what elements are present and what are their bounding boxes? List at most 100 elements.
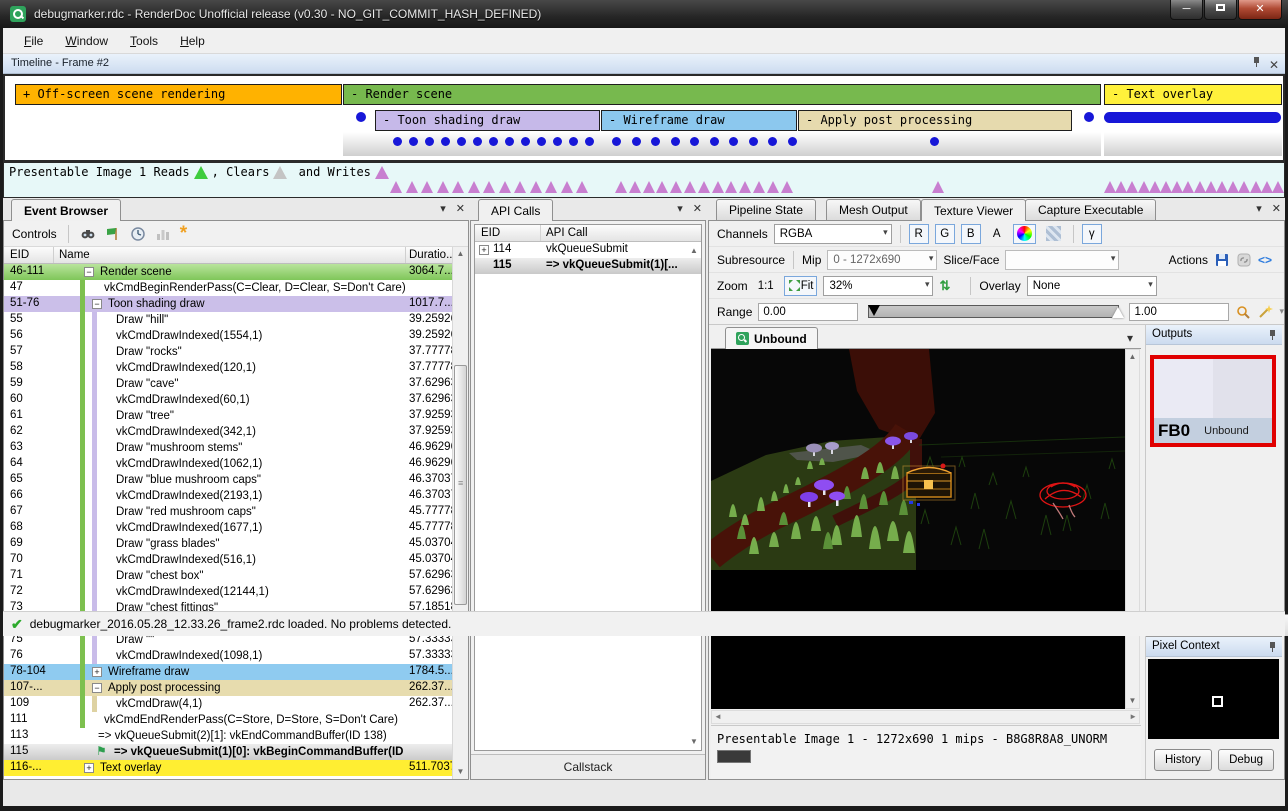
debug-button[interactable]: Debug <box>1218 749 1274 771</box>
event-row[interactable]: 58vkCmdDrawIndexed(120,1)37.77778 <box>4 360 452 376</box>
write-marker-triangle[interactable] <box>932 181 944 193</box>
event-row[interactable]: 46-111−Render scene3064.7... <box>4 264 452 280</box>
histogram-wand-icon[interactable] <box>1257 304 1273 320</box>
find-icon[interactable] <box>80 226 96 242</box>
write-marker-triangle[interactable] <box>698 181 710 193</box>
maximize-button[interactable] <box>1204 0 1237 20</box>
write-marker-triangle[interactable] <box>452 181 464 193</box>
zoom-combo[interactable]: 32% <box>823 276 933 296</box>
timeline-dock-title[interactable]: Timeline - Frame #2 ✕ <box>3 54 1285 74</box>
event-row[interactable]: 63Draw "mushroom stems"46.96296 <box>4 440 452 456</box>
write-marker-triangle[interactable] <box>561 181 573 193</box>
fit-button[interactable]: Fit <box>784 276 818 296</box>
event-row[interactable]: 109vkCmdDraw(4,1)262.37... <box>4 696 452 712</box>
texture-hscrollbar[interactable]: ◄► <box>711 710 1140 724</box>
write-marker-triangle[interactable] <box>1205 181 1217 193</box>
timeline-panel[interactable]: + Off-screen scene rendering- Render sce… <box>3 74 1285 162</box>
write-marker-triangle[interactable] <box>1261 181 1273 193</box>
event-row[interactable]: 70vkCmdDrawIndexed(516,1)45.03704 <box>4 552 452 568</box>
column-duration[interactable]: Duratio... <box>406 247 452 263</box>
timeline-bar[interactable]: - Apply post processing <box>798 110 1072 131</box>
write-marker-triangle[interactable] <box>576 181 588 193</box>
timeline-draw-dot[interactable] <box>537 137 546 146</box>
overlay-combo[interactable]: None <box>1027 276 1157 296</box>
write-marker-triangle[interactable] <box>712 181 724 193</box>
timeline-draw-dot[interactable] <box>690 137 699 146</box>
write-marker-triangle[interactable] <box>1115 181 1127 193</box>
write-marker-triangle[interactable] <box>1171 181 1183 193</box>
write-marker-triangle[interactable] <box>514 181 526 193</box>
write-marker-triangle[interactable] <box>1182 181 1194 193</box>
write-marker-triangle[interactable] <box>1160 181 1172 193</box>
fb0-thumbnail[interactable]: FB0 Unbound <box>1150 355 1276 447</box>
range-max-input[interactable]: 1.00 <box>1129 303 1229 321</box>
event-row[interactable]: 107-...−Apply post processing262.37... <box>4 680 452 696</box>
column-eid[interactable]: EID <box>4 247 54 263</box>
time-draws-clock-icon[interactable] <box>130 226 146 242</box>
timeline-draw-dot[interactable] <box>768 137 777 146</box>
texture-viewport[interactable] <box>711 349 1125 709</box>
write-marker-triangle[interactable] <box>767 181 779 193</box>
event-row[interactable]: 68vkCmdDrawIndexed(1677,1)45.77778 <box>4 520 452 536</box>
timeline-close-icon[interactable]: ✕ <box>1269 56 1279 75</box>
write-marker-triangle[interactable] <box>670 181 682 193</box>
write-marker-triangle[interactable] <box>530 181 542 193</box>
timeline-draw-dot[interactable] <box>457 137 466 146</box>
api-column-call[interactable]: API Call <box>541 225 701 241</box>
tab-pipeline-state[interactable]: Pipeline State <box>716 199 816 220</box>
pin-icon[interactable] <box>1252 56 1261 68</box>
api-calls-close-icon[interactable]: ✕ <box>693 202 702 215</box>
event-row[interactable]: 56vkCmdDrawIndexed(1554,1)39.25926 <box>4 328 452 344</box>
channel-blue-button[interactable]: B <box>961 224 981 244</box>
flip-y-icon[interactable]: ⇅ <box>939 278 950 294</box>
event-row[interactable]: 51-76−Toon shading draw1017.7... <box>4 296 452 312</box>
column-name[interactable]: Name <box>54 247 406 263</box>
outputs-pin-icon[interactable] <box>1268 329 1277 341</box>
open-resource-code-icon[interactable]: <> <box>1258 253 1272 267</box>
write-marker-triangle[interactable] <box>725 181 737 193</box>
timeline-draw-dot[interactable] <box>651 137 660 146</box>
timeline-bar[interactable]: - Text overlay <box>1104 84 1282 105</box>
expand-icon[interactable]: + <box>84 763 94 773</box>
event-row[interactable]: 66vkCmdDrawIndexed(2193,1)46.37037 <box>4 488 452 504</box>
event-row[interactable]: 61Draw "tree"37.92593 <box>4 408 452 424</box>
write-marker-triangle[interactable] <box>615 181 627 193</box>
texture-viewer-menu-icon[interactable]: ▾ <box>1256 202 1262 215</box>
channel-alpha-button[interactable]: A <box>987 224 1007 244</box>
write-marker-triangle[interactable] <box>406 181 418 193</box>
event-browser-menu-icon[interactable]: ▾ <box>440 202 446 215</box>
write-marker-triangle[interactable] <box>468 181 480 193</box>
menu-window[interactable]: Window <box>54 31 119 51</box>
timeline-bar[interactable]: - Toon shading draw <box>375 110 600 131</box>
event-browser-scrollbar[interactable]: ▲ ▼ <box>452 247 468 779</box>
range-slider[interactable] <box>868 305 1119 318</box>
timeline-draw-pill[interactable] <box>1104 112 1281 123</box>
event-row[interactable]: 113=> vkQueueSubmit(2)[1]: vkEndCommandB… <box>4 728 452 744</box>
write-marker-triangle[interactable] <box>1149 181 1161 193</box>
jump-to-event-flag-icon[interactable] <box>105 226 121 242</box>
slice-face-combo[interactable] <box>1005 250 1119 270</box>
timeline-draw-dot[interactable] <box>930 137 939 146</box>
timeline-draw-dot[interactable] <box>505 137 514 146</box>
api-column-eid[interactable]: EID <box>475 225 541 241</box>
event-row[interactable]: 71Draw "chest box"57.62963 <box>4 568 452 584</box>
write-marker-triangle[interactable] <box>499 181 511 193</box>
timeline-draw-dot[interactable] <box>1084 112 1094 122</box>
timeline-draw-dot[interactable] <box>553 137 562 146</box>
timeline-usage-strip[interactable]: Presentable Image 1 Reads , Clears and W… <box>3 162 1285 198</box>
timeline-draw-dot[interactable] <box>729 137 738 146</box>
timeline-draw-dot[interactable] <box>393 137 402 146</box>
event-row[interactable]: 62vkCmdDrawIndexed(342,1)37.92593 <box>4 424 452 440</box>
timeline-draw-dot[interactable] <box>441 137 450 146</box>
texture-list-dropdown-icon[interactable]: ▾ <box>1127 331 1133 345</box>
timeline-draw-dot[interactable] <box>409 137 418 146</box>
timeline-draw-dot[interactable] <box>585 137 594 146</box>
write-marker-triangle[interactable] <box>1104 181 1116 193</box>
write-marker-triangle[interactable] <box>390 181 402 193</box>
timeline-draw-dot[interactable] <box>710 137 719 146</box>
channel-green-button[interactable]: G <box>935 224 955 244</box>
range-min-input[interactable]: 0.00 <box>758 303 858 321</box>
minimize-button[interactable]: ─ <box>1170 0 1203 20</box>
title-bar[interactable]: debugmarker.rdc - RenderDoc Unofficial r… <box>0 0 1288 28</box>
event-row[interactable]: 76vkCmdDrawIndexed(1098,1)57.33333 <box>4 648 452 664</box>
